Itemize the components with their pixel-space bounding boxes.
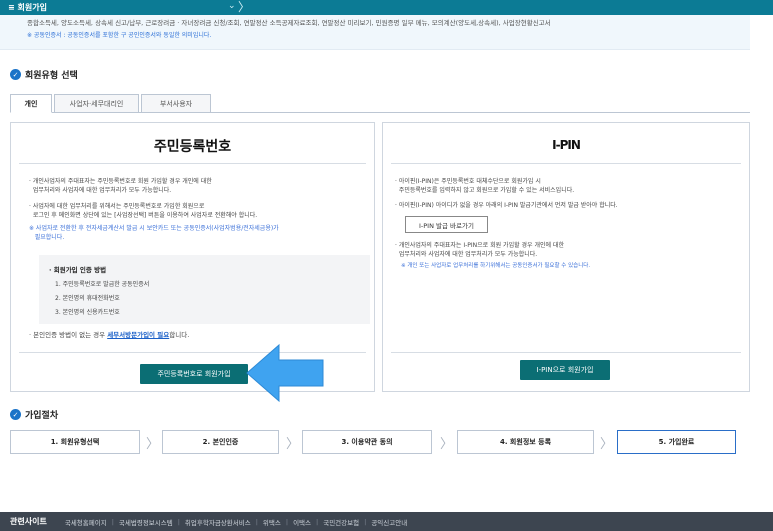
notice-certificate-note: ※ 공동인증서 : 공동인증서를 포함한 구 공인인증서와 동일한 의미입니다. (27, 32, 212, 39)
tab-business-tax-agent[interactable]: 사업자·세무대리인 (54, 94, 139, 113)
ipin-issue-button[interactable]: I-PIN 발급 바로가기 (405, 216, 488, 233)
tab-individual[interactable]: 개인 (10, 94, 52, 113)
resident-info-note: ※ 사업자로 전환한 후 전자세금계산서 발급 시 보안카드 또는 공동인증서(… (29, 225, 279, 241)
ipin-panel: I-PIN · 아이핀(I-PIN)은 주민등록번호 대체수단으로 회원가입 시… (382, 122, 750, 392)
divider (391, 163, 741, 164)
auth-method-box: · 회원가입 인증 방법 1. 주민등록번호로 발급한 공동인증서 2. 본인명… (39, 255, 370, 324)
process-heading: ✓ 가입절차 (10, 408, 58, 421)
member-type-title: 회원유형 선택 (25, 71, 78, 81)
footer-separator: | (255, 517, 258, 526)
auth-method-item: 2. 본인명의 휴대전화번호 (55, 295, 120, 302)
ipin-info-note: ※ 개인 또는 사업자로 업무처리를 하기위해서는 공동인증서가 필요할 수 있… (401, 263, 591, 269)
menu-title[interactable]: ≡ 회원가입 (8, 2, 47, 13)
member-type-tabs: 개인 사업자·세무대리인 부서사용자 (10, 94, 750, 113)
no-auth-note-prefix: · 본인인증 방법이 없는 경우 (29, 331, 108, 339)
step-2: 2. 본인인증 (162, 430, 279, 454)
process-title: 가입절차 (25, 411, 59, 421)
step-1: 1. 회원유형선택 (10, 430, 140, 454)
footer-separator: | (364, 517, 367, 526)
footer-link[interactable]: 공익신고안내 (371, 517, 407, 527)
auth-method-title: · 회원가입 인증 방법 (49, 266, 107, 274)
check-circle-icon: ✓ (10, 69, 21, 80)
chevron-right-icon: 〉 (440, 437, 454, 452)
ipin-info-text-3: · 개인사업자의 주대표자는 I-PIN으로 회원 가입할 경우 개인에 대한 … (395, 242, 564, 258)
footer-separator: | (177, 517, 180, 526)
check-circle-icon: ✓ (10, 409, 21, 420)
step-3: 3. 이용약관 동의 (302, 430, 432, 454)
tax-office-visit-link[interactable]: 세무서방문가입이 필요 (107, 331, 169, 339)
footer-separator: | (285, 517, 289, 526)
chevron-right-icon: 〉 (286, 437, 300, 452)
ipin-title: I-PIN (552, 138, 581, 152)
resident-number-signup-button[interactable]: 주민등록번호로 회원가입 (140, 364, 248, 384)
footer-separator: | (316, 517, 319, 526)
auth-method-item: 1. 주민등록번호로 발급한 공동인증서 (55, 281, 150, 288)
ipin-info-text-1: · 아이핀(I-PIN)은 주민등록번호 대체수단으로 회원가입 시 주민등록번… (395, 178, 575, 194)
chevron-down-icon[interactable]: ⌄ (228, 1, 236, 11)
resident-info-text-1: · 개인사업자의 주대표자는 주민등록번호로 회원 가입할 경우 개인에 대한 … (29, 178, 212, 194)
ipin-signup-button[interactable]: I-PIN으로 회원가입 (520, 360, 610, 380)
auth-method-item: 3. 본인명의 신용카드번호 (55, 309, 120, 316)
related-sites-title: 관련사이트 (10, 517, 47, 526)
step-5: 5. 가입완료 (617, 430, 736, 454)
ipin-info-text-2: · 아이핀(I-PIN) 아이디가 없을 경우 아래의 I-PIN 발급기관에서… (395, 202, 618, 209)
related-sites-footer: 관련사이트 국세청홈페이지 | 국세법령정보시스템 | 취업후학자금상환서비스 … (0, 512, 773, 531)
footer-link[interactable]: 국세청홈페이지 (65, 517, 107, 527)
footer-separator: | (111, 517, 114, 526)
tab-department-user[interactable]: 부서사용자 (141, 94, 211, 113)
top-menu-bar: ≡ 회원가입 ⌄ 〉 (0, 0, 773, 15)
no-auth-note: · 본인인증 방법이 없는 경우 세무서방문가입이 필요합니다. (29, 331, 189, 340)
footer-link[interactable]: 국민건강보험 (323, 517, 359, 527)
resident-info-text-2: · 사업자에 대한 업무처리를 위해서는 주민등록번호로 가입한 회원으로 로그… (29, 203, 258, 219)
footer-link[interactable]: 위택스 (263, 517, 281, 527)
resident-number-title: 주민등록번호 (153, 139, 232, 155)
divider (19, 163, 366, 164)
chevron-right-icon: 〉 (146, 437, 160, 452)
info-notice: 종합소득세, 양도소득세, 상속세 신고/납부, 근로장려금 · 자녀장려금 신… (0, 15, 750, 50)
step-4: 4. 회원정보 등록 (457, 430, 594, 454)
chevron-right-icon: 〉 (600, 437, 614, 452)
breadcrumb-separator-icon: 〉 (238, 0, 251, 14)
no-auth-note-suffix: 합니다. (169, 331, 190, 339)
footer-link[interactable]: 국세법령정보시스템 (119, 517, 173, 527)
divider (391, 352, 741, 353)
pointer-arrow-icon (246, 343, 324, 403)
footer-link[interactable]: 취업후학자금상환서비스 (185, 517, 251, 527)
member-type-heading: ✓ 회원유형 선택 (10, 68, 78, 81)
notice-service-list: 종합소득세, 양도소득세, 상속세 신고/납부, 근로장려금 · 자녀장려금 신… (27, 19, 551, 27)
footer-link[interactable]: 이택스 (293, 517, 311, 527)
